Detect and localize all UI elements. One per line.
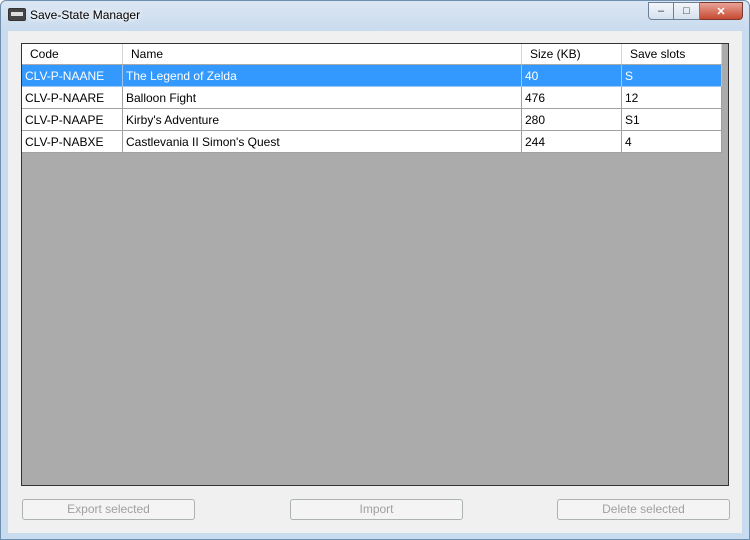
window-title: Save-State Manager — [30, 8, 141, 22]
client-area: Code Name Size (KB) Save slots CLV-P-NAA… — [8, 31, 742, 533]
import-button[interactable]: Import — [290, 499, 463, 520]
delete-selected-button[interactable]: Delete selected — [557, 499, 730, 520]
minimize-icon: – — [657, 5, 665, 17]
table-row[interactable]: CLV-P-NAAPE Kirby's Adventure 280 S1 — [22, 109, 722, 131]
cell-name: Balloon Fight — [123, 87, 522, 109]
cell-slots: 12 — [622, 87, 722, 109]
column-header-save-slots[interactable]: Save slots — [622, 44, 722, 64]
app-icon — [8, 8, 26, 21]
cell-slots: 4 — [622, 131, 722, 153]
cell-size: 280 — [522, 109, 622, 131]
cell-name: The Legend of Zelda — [123, 65, 522, 87]
cell-code: CLV-P-NAANE — [22, 65, 123, 87]
cell-slots: S — [622, 65, 722, 87]
close-icon: ✕ — [716, 5, 726, 18]
cell-name: Castlevania II Simon's Quest — [123, 131, 522, 153]
maximize-icon: □ — [683, 5, 690, 17]
cell-size: 40 — [522, 65, 622, 87]
cell-size: 476 — [522, 87, 622, 109]
save-state-grid[interactable]: Code Name Size (KB) Save slots CLV-P-NAA… — [21, 43, 729, 486]
title-bar[interactable]: Save-State Manager – □ ✕ — [1, 1, 749, 31]
app-window: Save-State Manager – □ ✕ Code Name Size … — [0, 0, 750, 540]
cell-slots: S1 — [622, 109, 722, 131]
column-header-size[interactable]: Size (KB) — [522, 44, 622, 64]
column-header-name[interactable]: Name — [123, 44, 522, 64]
cell-size: 244 — [522, 131, 622, 153]
table-row[interactable]: CLV-P-NAANE The Legend of Zelda 40 S — [22, 65, 722, 87]
export-selected-button[interactable]: Export selected — [22, 499, 195, 520]
grid-header: Code Name Size (KB) Save slots — [22, 44, 722, 65]
table-row[interactable]: CLV-P-NABXE Castlevania II Simon's Quest 2… — [22, 131, 722, 153]
table-row[interactable]: CLV-P-NAARE Balloon Fight 476 12 — [22, 87, 722, 109]
maximize-button[interactable]: □ — [674, 2, 700, 20]
caption-buttons: – □ ✕ — [648, 2, 743, 20]
column-header-code[interactable]: Code — [22, 44, 123, 64]
cell-code: CLV-P-NAAPE — [22, 109, 123, 131]
cell-code: CLV-P-NAARE — [22, 87, 123, 109]
cell-name: Kirby's Adventure — [123, 109, 522, 131]
minimize-button[interactable]: – — [648, 2, 674, 20]
cell-code: CLV-P-NABXE — [22, 131, 123, 153]
close-button[interactable]: ✕ — [700, 2, 743, 20]
